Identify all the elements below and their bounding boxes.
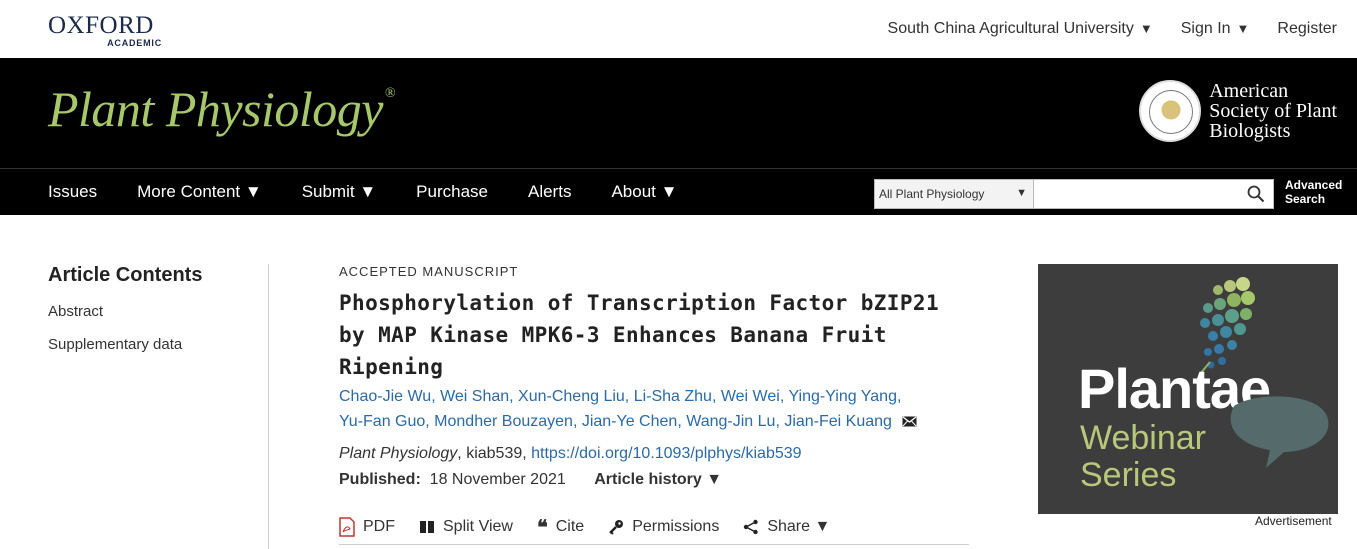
pdf-label: PDF: [363, 518, 395, 535]
search-scope-select[interactable]: All Plant Physiology ▼: [874, 179, 1034, 209]
advanced-search-line-1: Advanced: [1285, 178, 1343, 192]
journal-title: Plant Physiology: [48, 81, 384, 137]
caret-down-icon: ▼: [1139, 21, 1153, 36]
author-link[interactable]: Wei Shan: [440, 388, 509, 405]
society-name-line-3: Biologists: [1209, 120, 1291, 142]
article-type-label: ACCEPTED MANUSCRIPT: [339, 264, 519, 279]
search-bar: All Plant Physiology ▼: [874, 179, 1274, 209]
permissions-label: Permissions: [632, 518, 720, 535]
account-links: South China Agricultural University ▼ Sig…: [888, 20, 1337, 38]
article-header: ACCEPTED MANUSCRIPT Phosphorylation of T…: [339, 264, 969, 539]
nav-alerts[interactable]: Alerts: [528, 182, 571, 202]
article-history-toggle[interactable]: Article history ▼: [594, 471, 722, 488]
ad-tagline-line-2: Series: [1080, 456, 1177, 494]
published-date: 18 November 2021: [429, 471, 566, 488]
registered-mark: ®: [385, 86, 396, 101]
share-menu[interactable]: Share ▼: [743, 518, 830, 536]
split-view-button[interactable]: Split View: [419, 518, 513, 536]
society-name-line-1: American: [1209, 80, 1289, 102]
divider: [339, 544, 969, 545]
article-id: , kiab539,: [457, 445, 532, 462]
email-icon[interactable]: [902, 416, 917, 427]
advanced-search-line-2: Search: [1285, 192, 1326, 206]
article-contents-sidebar: Article Contents Abstract Supplementary …: [48, 264, 269, 549]
top-bar: OXFORD ACADEMIC South China Agricultural…: [0, 0, 1357, 58]
nav-submit[interactable]: Submit ▼: [302, 182, 376, 202]
doi-link[interactable]: https://doi.org/10.1093/plphys/kiab539: [531, 445, 801, 462]
society-logo[interactable]: American Society of Plant Biologists: [1139, 80, 1337, 142]
ad-tagline: Webinar Series: [1080, 420, 1206, 494]
sidebar-link-supplementary[interactable]: Supplementary data: [48, 336, 268, 353]
main-navigation: Issues More Content ▼ Submit ▼ Purchase …: [0, 168, 1357, 215]
logo-word-academic: ACADEMIC: [107, 38, 162, 48]
register-link[interactable]: Register: [1277, 20, 1337, 38]
author-link[interactable]: Jian-Ye Chen: [582, 413, 677, 430]
journal-banner: Plant Physiology ® American Society of Pl…: [0, 58, 1357, 168]
nav-about[interactable]: About ▼: [611, 182, 677, 202]
sign-in-menu[interactable]: Sign In ▼: [1181, 20, 1250, 38]
nav-menu: Issues More Content ▼ Submit ▼ Purchase …: [48, 169, 677, 215]
split-view-icon: [420, 521, 434, 533]
author-link[interactable]: Jian-Fei Kuang: [784, 413, 892, 430]
publication-info: Published: 18 November 2021 Article hist…: [339, 471, 969, 489]
nav-issues[interactable]: Issues: [48, 182, 97, 202]
key-icon: [609, 520, 624, 535]
sidebar-heading: Article Contents: [48, 264, 203, 286]
search-input[interactable]: [1034, 179, 1274, 209]
caret-down-icon: ▼: [1236, 21, 1250, 36]
speech-bubble-icon: [1230, 396, 1329, 468]
author-link[interactable]: Ying-Ying Yang: [788, 388, 897, 405]
permissions-button[interactable]: Permissions: [608, 518, 719, 536]
dropdown-arrow-icon: ▼: [1016, 187, 1027, 199]
article-toolbar: PDF Split View ❝ Cite Permissions Share …: [339, 515, 969, 539]
oxford-academic-logo[interactable]: OXFORD ACADEMIC: [48, 12, 164, 48]
advertisement-banner[interactable]: Plantae Webinar Series: [1038, 264, 1338, 514]
nav-purchase[interactable]: Purchase: [416, 182, 488, 202]
journal-title-link[interactable]: Plant Physiology ®: [48, 80, 396, 138]
author-link[interactable]: Mondher Bouzayen: [434, 413, 573, 430]
cite-label: Cite: [555, 518, 585, 535]
sign-in-label: Sign In: [1180, 20, 1231, 37]
institution-menu[interactable]: South China Agricultural University ▼: [888, 20, 1153, 38]
society-name: American Society of Plant Biologists: [1209, 81, 1337, 141]
author-link[interactable]: Li-Sha Zhu: [634, 388, 712, 405]
split-view-label: Split View: [443, 518, 513, 535]
share-icon: [744, 519, 759, 535]
institution-label: South China Agricultural University: [887, 20, 1134, 37]
journal-name: Plant Physiology: [339, 445, 458, 462]
cite-button[interactable]: ❝ Cite: [537, 515, 584, 539]
quote-icon: ❝: [536, 515, 548, 539]
published-label: Published:: [339, 471, 421, 488]
author-link[interactable]: Wei Wei: [721, 388, 780, 405]
logo-word-oxford: OXFORD: [48, 12, 154, 39]
author-link[interactable]: Chao-Jie Wu: [339, 388, 431, 405]
advertisement-label: Advertisement: [1255, 514, 1332, 528]
author-link[interactable]: Wang-Jin Lu: [686, 413, 775, 430]
author-list: Chao-Jie Wu, Wei Shan, Xun-Cheng Liu, Li…: [339, 384, 969, 434]
citation-line: Plant Physiology, kiab539, https://doi.o…: [339, 445, 969, 463]
ad-tagline-line-1: Webinar: [1080, 419, 1206, 457]
pdf-button[interactable]: PDF: [339, 517, 395, 537]
article-title: Phosphorylation of Transcription Factor …: [339, 291, 939, 379]
search-icon[interactable]: [1247, 185, 1265, 203]
author-link[interactable]: Yu-Fan Guo: [339, 413, 425, 430]
author-link[interactable]: Xun-Cheng Liu: [518, 388, 625, 405]
nav-more-content[interactable]: More Content ▼: [137, 182, 262, 202]
society-name-line-2: Society of Plant: [1209, 100, 1337, 122]
advanced-search-link[interactable]: Advanced Search: [1285, 178, 1342, 206]
pdf-icon: [339, 517, 355, 537]
share-label: Share ▼: [767, 518, 831, 535]
sidebar-link-abstract[interactable]: Abstract: [48, 303, 268, 320]
society-seal-icon: [1139, 80, 1202, 142]
search-scope-value: All Plant Physiology: [879, 187, 985, 201]
